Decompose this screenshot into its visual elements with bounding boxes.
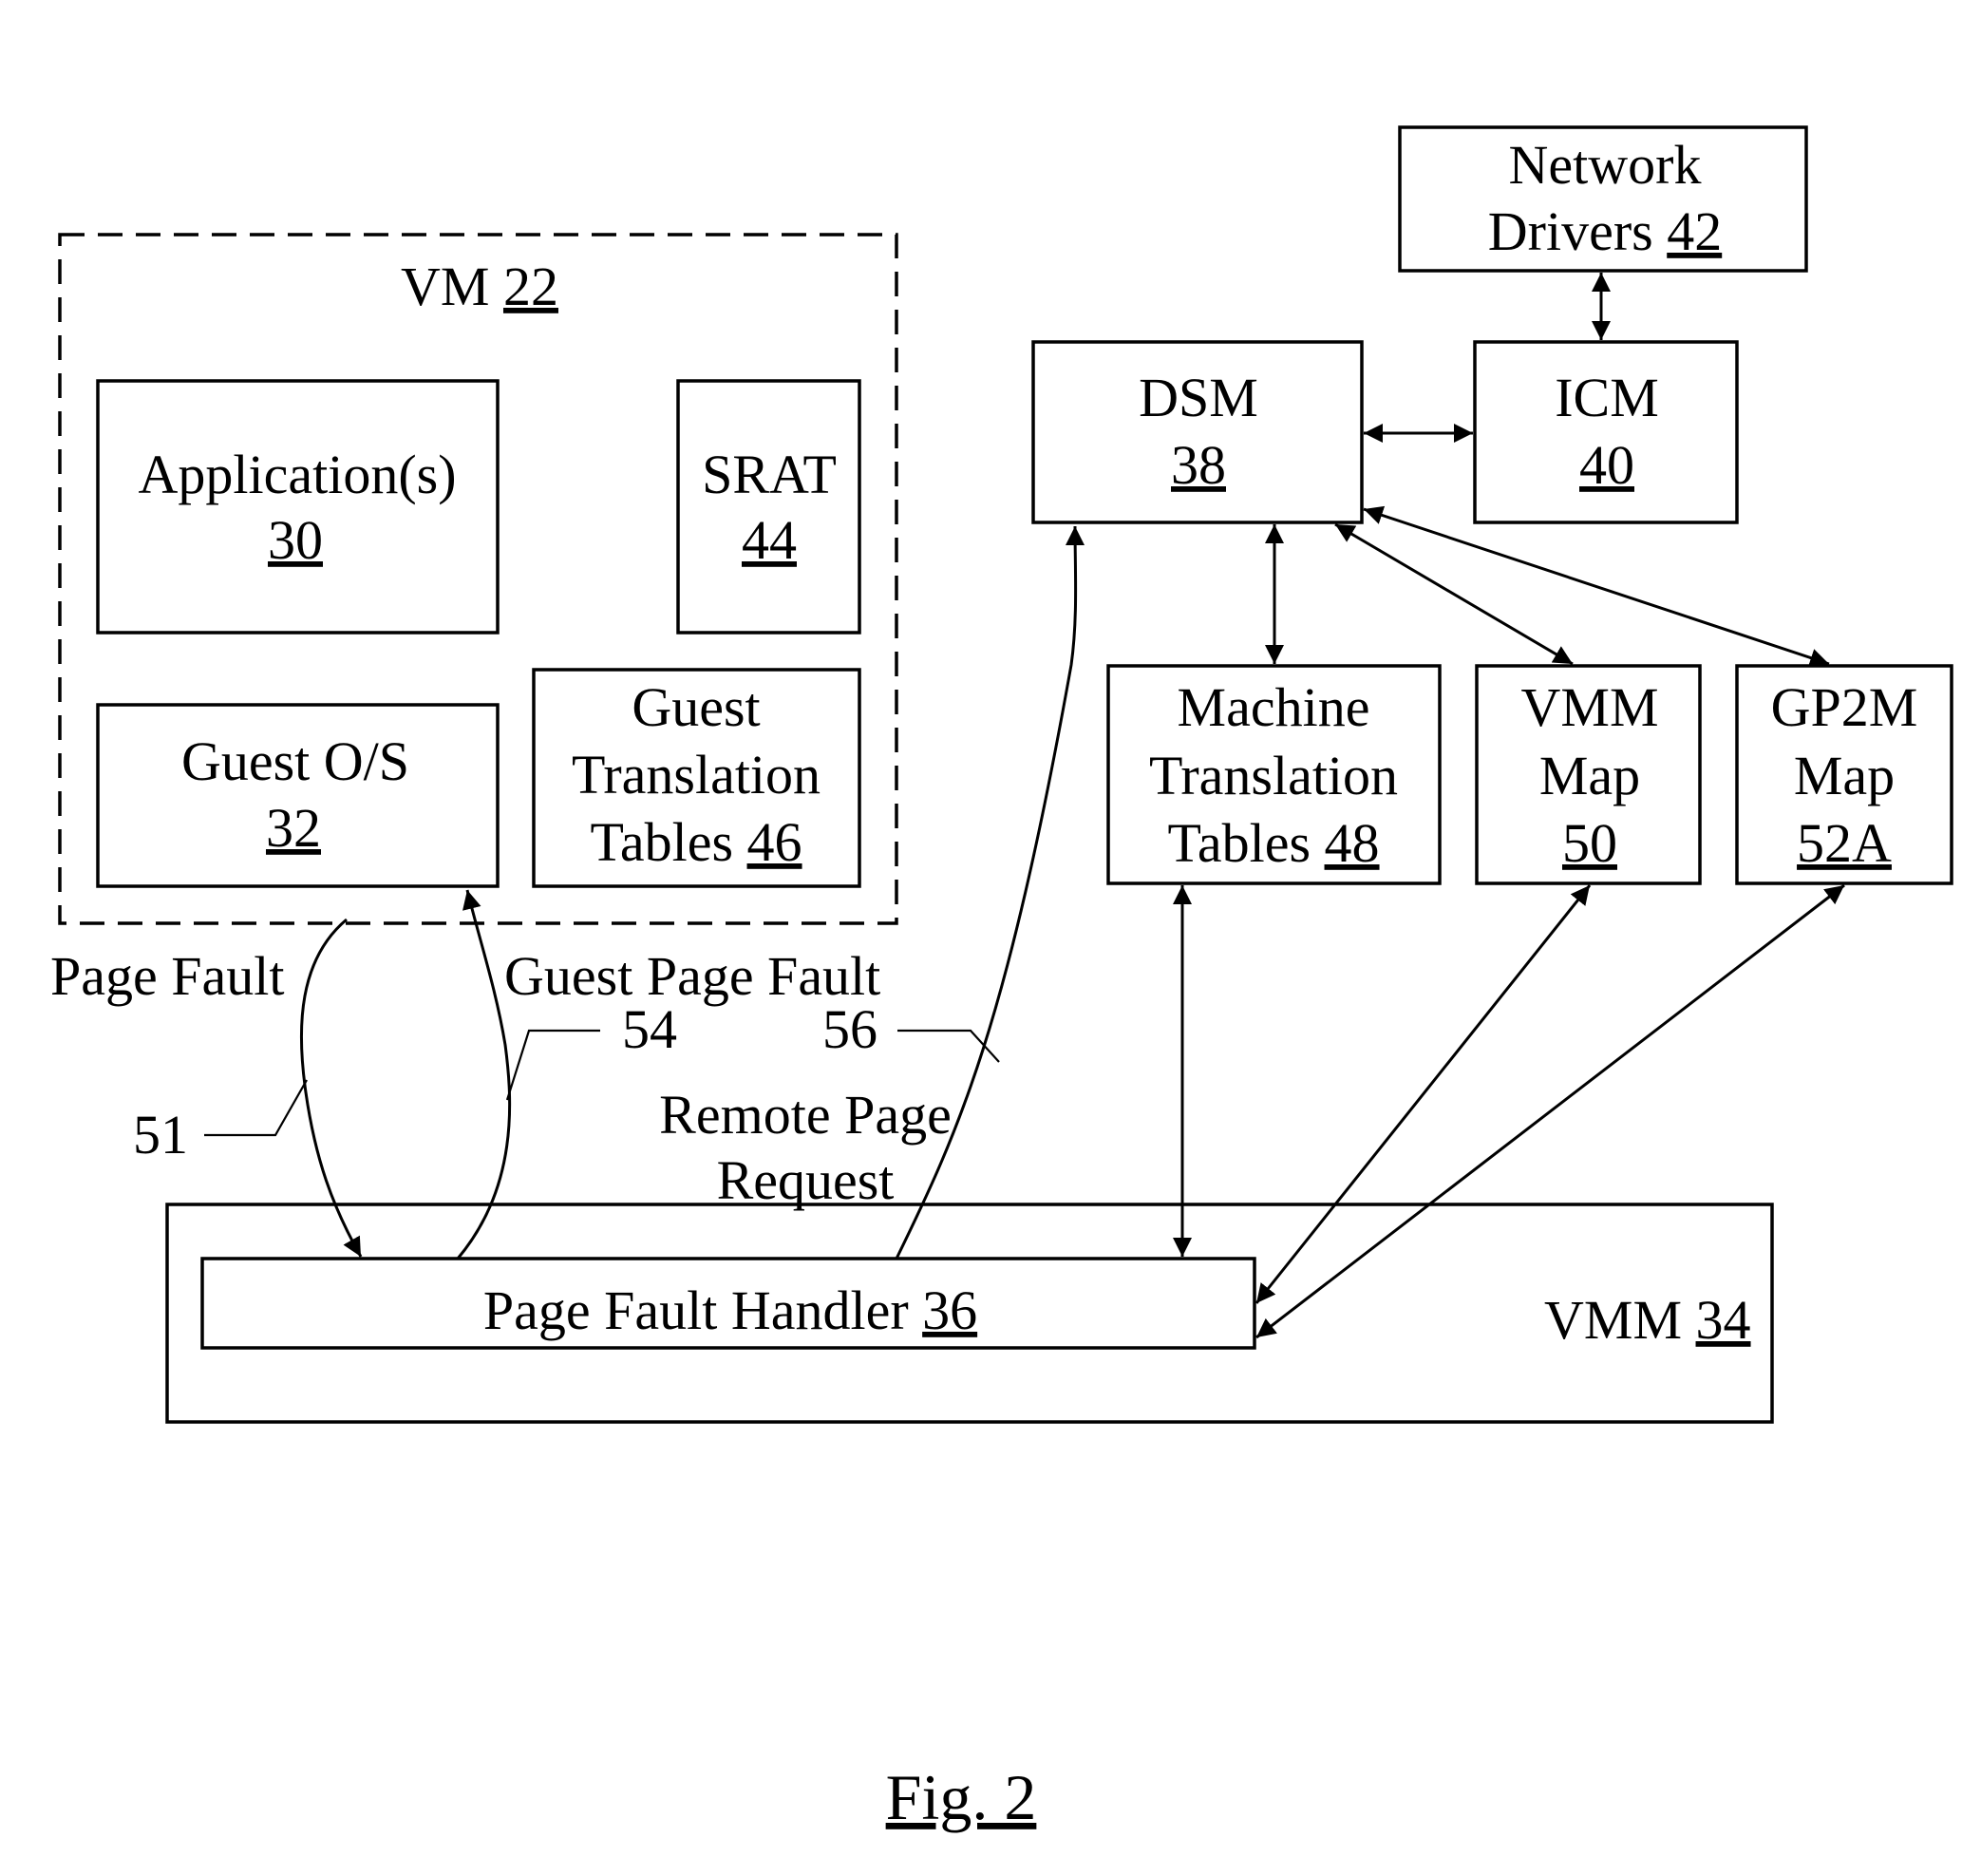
guest-os-box: Guest O/S 32	[96, 703, 500, 888]
arrow-pfh-vmm-map	[1255, 884, 1592, 1304]
machine-translation-tables-box: Machine Translation Tables 48	[1106, 664, 1442, 885]
guest-translation-tables-box: Guest Translation Tables 46	[532, 668, 861, 888]
svg-text:ICM: ICM	[1555, 367, 1659, 428]
page-fault-handler-box: Page Fault Handler 36	[200, 1257, 1256, 1350]
svg-text:SRAT: SRAT	[702, 444, 837, 505]
svg-text:Map: Map	[1794, 745, 1895, 806]
svg-text:30: 30	[268, 509, 323, 571]
svg-text:50: 50	[1562, 812, 1617, 874]
vm-label: VM 22	[401, 256, 558, 317]
svg-text:Application(s): Application(s)	[138, 444, 456, 505]
svg-text:Network: Network	[1509, 134, 1702, 196]
network-drivers-box: Network Drivers 42	[1398, 125, 1808, 273]
svg-text:40: 40	[1579, 434, 1634, 496]
svg-text:Drivers 42: Drivers 42	[1488, 200, 1722, 262]
svg-text:Map: Map	[1539, 745, 1640, 806]
svg-text:38: 38	[1171, 434, 1226, 496]
figure-caption: Fig. 2	[886, 1761, 1037, 1833]
svg-text:Machine: Machine	[1178, 676, 1370, 738]
svg-text:32: 32	[266, 797, 321, 859]
svg-text:DSM: DSM	[1139, 367, 1258, 428]
svg-text:Translation: Translation	[572, 744, 821, 805]
vmm-map-box: VMM Map 50	[1475, 664, 1702, 885]
svg-text:VMM: VMM	[1520, 676, 1658, 738]
ref-56: 56	[822, 998, 877, 1060]
svg-text:Guest: Guest	[632, 676, 760, 738]
ref-54: 54	[622, 998, 677, 1060]
svg-text:GP2M: GP2M	[1771, 676, 1918, 738]
svg-text:Translation: Translation	[1149, 745, 1398, 806]
arrow-remote-page-request	[895, 525, 1085, 1260]
arrow-dsm-vmm-map	[1334, 522, 1574, 666]
svg-text:VMM 34: VMM 34	[1544, 1289, 1751, 1351]
dsm-box: DSM 38	[1031, 340, 1364, 524]
remote-page-request-label-line2: Request	[717, 1149, 895, 1211]
srat-box: SRAT 44	[676, 379, 861, 635]
gp2m-map-box: GP2M Map 52A	[1735, 664, 1953, 885]
svg-text:44: 44	[742, 509, 797, 571]
leader-54	[505, 1029, 600, 1101]
remote-page-request-label-line1: Remote Page	[659, 1084, 952, 1146]
leader-56	[897, 1029, 1000, 1063]
svg-text:52A: 52A	[1797, 812, 1892, 874]
svg-text:Page Fault Handler 36: Page Fault Handler 36	[483, 1279, 977, 1341]
icm-box: ICM 40	[1473, 340, 1739, 524]
page-fault-label: Page Fault	[50, 945, 284, 1007]
diagram-canvas: VM 22 Application(s) 30 SRAT 44 Guest O/…	[50, 125, 1953, 1833]
applications-box: Application(s) 30	[96, 379, 500, 635]
arrow-dsm-gp2m-map	[1363, 505, 1830, 668]
ref-51: 51	[133, 1104, 188, 1165]
svg-text:Tables 46: Tables 46	[590, 811, 802, 873]
svg-text:Guest O/S: Guest O/S	[181, 730, 409, 792]
leader-51	[204, 1079, 308, 1137]
svg-text:Tables 48: Tables 48	[1167, 812, 1379, 874]
arrow-pfh-gp2m-map	[1255, 883, 1845, 1339]
